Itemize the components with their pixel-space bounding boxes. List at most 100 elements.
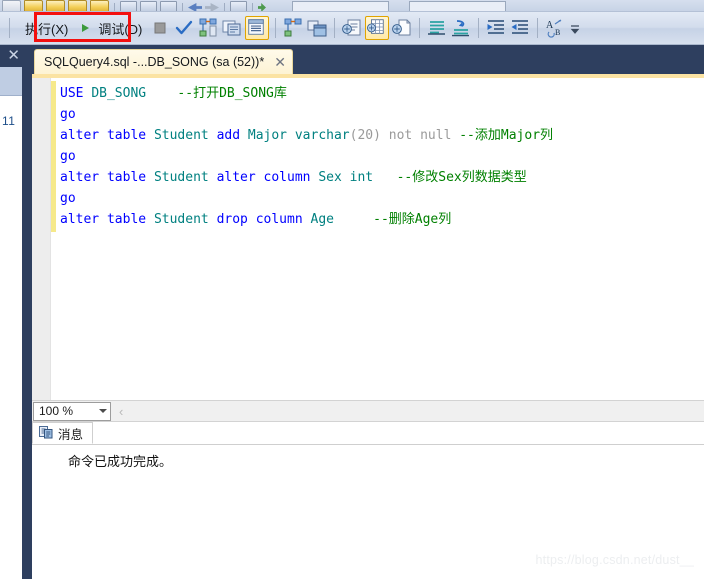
close-icon[interactable]: ✕ <box>7 48 20 63</box>
code-token: int <box>349 170 381 185</box>
green-dot-icon[interactable] <box>258 3 266 11</box>
tab-label: SQLQuery4.sql -...DB_SONG (sa (52))* <box>44 55 265 69</box>
code-token: Sex <box>318 170 350 185</box>
zoom-level-value: 100 % <box>39 404 74 418</box>
dock-edge <box>22 45 32 579</box>
toolbar-separator <box>419 18 421 38</box>
editor-code-area[interactable]: USE DB_SONG --打开DB_SONG库 go alter table St… <box>60 83 553 230</box>
toolbar-separator <box>478 18 480 38</box>
code-token: varchar <box>294 128 350 143</box>
left-panel-header: ✕ <box>0 45 22 67</box>
results-target-icon[interactable] <box>306 17 328 39</box>
scroll-left-chevron-icon[interactable]: ‹ <box>119 404 123 419</box>
stop-icon[interactable] <box>149 17 171 39</box>
code-token: go <box>60 149 76 164</box>
left-panel-selected-row[interactable] <box>0 67 22 96</box>
code-token: (20) <box>349 128 389 143</box>
execute-button[interactable]: 执行(X) <box>15 16 78 41</box>
save-icon[interactable] <box>120 1 137 11</box>
message-pane-icon <box>39 425 53 442</box>
include-client-statistics-icon[interactable] <box>282 17 304 39</box>
code-token: Student <box>153 212 217 227</box>
include-actual-plan-icon[interactable] <box>245 16 270 40</box>
window-split-icon[interactable] <box>160 1 177 11</box>
tab-messages[interactable]: 消息 <box>32 422 94 444</box>
left-panel-row-text: 11 <box>2 114 16 128</box>
comment-lines-icon[interactable] <box>426 17 448 39</box>
code-line: alter table Student add Major varchar(20… <box>60 125 553 146</box>
code-token: table <box>106 128 154 143</box>
code-token: USE <box>60 86 92 101</box>
uncomment-lines-icon[interactable] <box>450 17 472 39</box>
code-token: not null <box>388 128 460 143</box>
editor-tabstrip: SQLQuery4.sql -...DB_SONG (sa (52))* ✕ <box>32 45 704 78</box>
code-token: DB_SONG <box>91 86 147 101</box>
code-token: --添加Major列 <box>459 128 554 143</box>
navigate-forward-icon[interactable] <box>205 3 219 11</box>
specify-values-icon[interactable]: A B <box>544 17 566 39</box>
folder-open-icon[interactable] <box>24 0 43 11</box>
window-icon[interactable] <box>140 1 157 11</box>
code-token: alter <box>60 170 107 185</box>
parse-check-icon[interactable] <box>173 17 195 39</box>
increase-indent-icon[interactable] <box>509 17 531 39</box>
zoom-level-combo[interactable]: 100 % <box>33 401 111 421</box>
results-to-file-icon[interactable] <box>391 17 413 39</box>
code-token: table <box>106 170 154 185</box>
code-line: alter table Student alter column Sex int… <box>60 167 553 188</box>
code-token: --修改Sex列数据类型 <box>396 170 527 185</box>
left-panel-sliver: ✕ 11 <box>0 45 22 579</box>
left-panel-body: 11 <box>0 96 22 579</box>
toolbar-row-top <box>0 0 704 12</box>
svg-text:B: B <box>555 28 560 37</box>
sql-editor[interactable]: USE DB_SONG --打开DB_SONG库 go alter table St… <box>32 78 704 400</box>
tab-close-icon[interactable]: ✕ <box>274 55 286 69</box>
folder-open-icon[interactable] <box>68 0 87 11</box>
toolbar-separator <box>182 3 183 11</box>
code-token: alter <box>60 128 107 143</box>
tab-sqlquery4[interactable]: SQLQuery4.sql -...DB_SONG (sa (52))* ✕ <box>34 49 293 74</box>
results-message-text: 命令已成功完成。 <box>68 454 173 469</box>
folder-open-icon[interactable] <box>46 0 65 11</box>
toolbar-separator <box>537 18 539 38</box>
editor-change-bar <box>51 81 56 232</box>
folder-open-icon[interactable] <box>90 0 109 11</box>
toolbar-separator <box>9 18 10 38</box>
code-token: go <box>60 107 76 122</box>
database-connect-icon[interactable] <box>230 1 247 11</box>
code-token: --删除Age列 <box>373 212 452 227</box>
query-options-icon[interactable] <box>221 17 243 39</box>
decrease-indent-icon[interactable] <box>485 17 507 39</box>
watermark: https://blog.csdn.net/dust__ <box>535 553 694 567</box>
query-toolbar: 执行(X) 调试(D) A B <box>0 12 704 45</box>
folder-gray-icon[interactable] <box>2 0 21 11</box>
debug-button[interactable]: 调试(D) <box>92 16 148 41</box>
toolbar-separator <box>334 18 336 38</box>
toolbar-overflow-icon[interactable] <box>568 17 590 39</box>
code-line: go <box>60 188 553 209</box>
code-token: Student <box>153 128 217 143</box>
toolbar-separator <box>275 18 277 38</box>
code-line: alter table Student drop column Age --删除… <box>60 209 553 230</box>
code-line: USE DB_SONG --打开DB_SONG库 <box>60 83 553 104</box>
debug-button-label: 调试(D) <box>98 21 143 37</box>
debug-play-icon[interactable] <box>82 24 90 32</box>
code-token: table <box>106 212 154 227</box>
toolbar-separator <box>224 3 225 11</box>
tab-messages-label: 消息 <box>58 427 84 442</box>
code-token: Age <box>310 212 334 227</box>
toolbar-top-items <box>0 0 704 12</box>
results-to-text-icon[interactable] <box>341 17 363 39</box>
database-combo-1[interactable] <box>292 1 389 11</box>
svg-text:A: A <box>546 20 554 31</box>
database-combo-2[interactable] <box>409 1 506 11</box>
navigate-back-icon[interactable] <box>188 3 202 12</box>
chevron-down-icon[interactable] <box>99 409 107 413</box>
code-line: go <box>60 104 553 125</box>
results-tabstrip: 消息 <box>32 422 704 445</box>
results-to-grid-icon[interactable] <box>365 16 390 40</box>
display-estimated-plan-icon[interactable] <box>197 17 219 39</box>
execute-button-label: 执行(X) <box>25 21 69 37</box>
code-token: alter <box>60 212 107 227</box>
